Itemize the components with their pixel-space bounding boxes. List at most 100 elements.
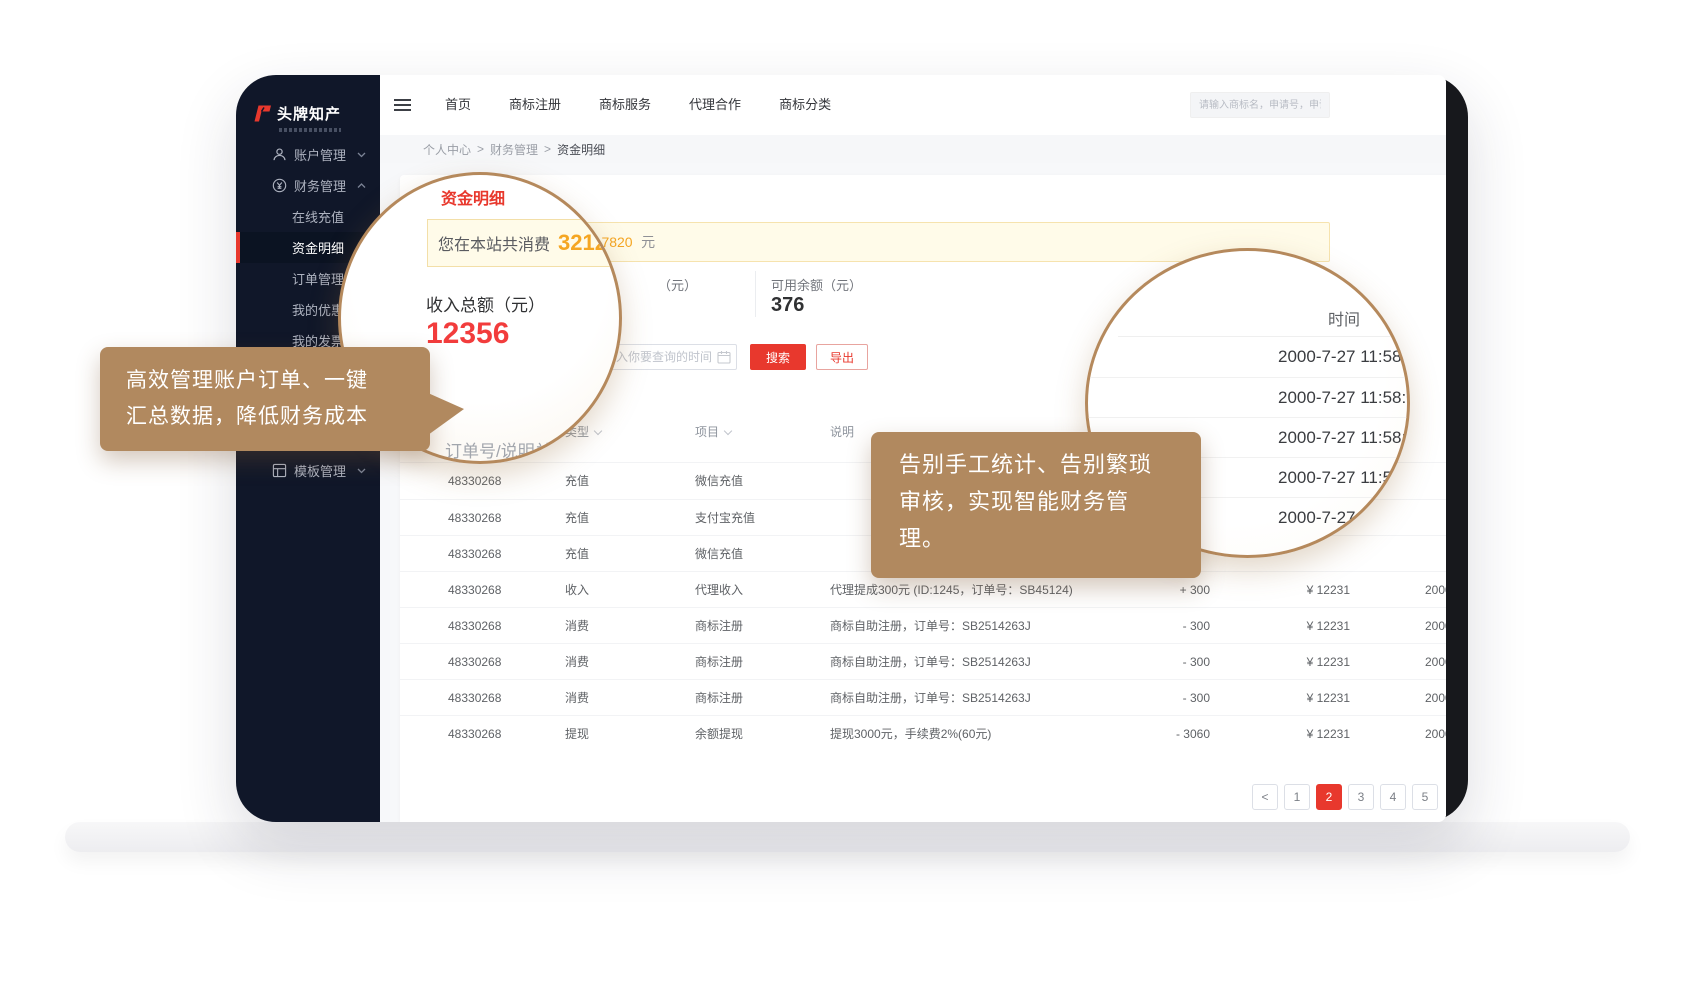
table-row[interactable]: 48330268 消费 商标注册 商标自助注册，订单号：SB2514263J -… xyxy=(400,643,1446,679)
cell-description: 商标自助注册，订单号：SB2514263J xyxy=(830,644,1031,680)
brand-tagline xyxy=(279,128,341,132)
magnified-keyword-placeholder: 订单号/说明关键 xyxy=(445,437,569,462)
sidebar-subitem-label: 订单管理 xyxy=(292,269,344,288)
sidebar-item-finance[interactable]: 财务管理 xyxy=(236,170,380,201)
cell-balance: ¥ 12231 xyxy=(1230,644,1350,680)
cell-description: 商标自助注册，订单号：SB2514263J xyxy=(830,680,1031,716)
cell-time: 2000-7-27 11:58:03 xyxy=(1425,644,1446,680)
cell-order-no: 48330268 xyxy=(448,536,501,572)
callout-line: 审核，实现智能财务管 xyxy=(899,483,1201,520)
cell-order-no: 48330268 xyxy=(448,644,501,680)
brand-logo-icon xyxy=(252,105,272,122)
breadcrumb-separator: > xyxy=(544,142,551,156)
column-header-project[interactable]: 项目 xyxy=(695,414,731,450)
cell-amount: - 300 xyxy=(1040,680,1210,716)
callout-line: 理。 xyxy=(899,520,1201,557)
cell-order-no: 48330268 xyxy=(448,463,501,499)
stage: 头牌知产 账户管理 xyxy=(0,0,1696,1002)
cell-type: 收入 xyxy=(565,572,589,608)
nav-item[interactable]: 商标注册 xyxy=(490,75,580,135)
breadcrumb-current: 资金明细 xyxy=(557,141,605,158)
callout-line: 高效管理账户订单、一键 xyxy=(126,363,430,399)
chevron-up-icon xyxy=(357,183,366,189)
magnified-banner-value: 32124 xyxy=(558,230,619,256)
sidebar-item-account[interactable]: 账户管理 xyxy=(236,139,380,170)
table-row[interactable]: 48330268 消费 商标注册 商标自助注册，订单号：SB2514263J -… xyxy=(400,607,1446,643)
trademark-search-input[interactable] xyxy=(1190,92,1330,118)
cell-order-no: 48330268 xyxy=(448,608,501,644)
user-icon xyxy=(272,147,287,162)
cell-order-no: 48330268 xyxy=(448,680,501,716)
breadcrumb-item[interactable]: 个人中心 xyxy=(423,141,471,158)
callout-arrow xyxy=(428,393,464,435)
cell-time: 2000-7-27 11:58:03 xyxy=(1425,608,1446,644)
table-row[interactable]: 48330268 消费 商标注册 商标自助注册，订单号：SB2514263J -… xyxy=(400,679,1446,715)
magnified-time-value: 2000-7-27 11:58:03 xyxy=(1088,377,1407,417)
banner-unit: 元 xyxy=(641,234,655,250)
cell-type: 消费 xyxy=(565,608,589,644)
sidebar-item-template[interactable]: 模板管理 xyxy=(236,455,380,486)
sort-caret-icon xyxy=(594,427,602,435)
brand-name: 头牌知产 xyxy=(277,103,341,124)
cell-time: 2000-7-27 11:58:03 xyxy=(1425,572,1446,608)
cell-type: 消费 xyxy=(565,680,589,716)
sidebar-item-label: 财务管理 xyxy=(294,176,346,195)
nav-menu: 首页 商标注册 商标服务 代理合作 商标分类 xyxy=(426,75,850,135)
magnified-time-value: 2000-7-27 11:58:03 xyxy=(1088,337,1407,377)
magnified-banner-label: 您在本站共消费 xyxy=(438,231,550,255)
export-button[interactable]: 导出 xyxy=(816,344,868,370)
pagination-page-button[interactable]: 4 xyxy=(1380,784,1406,810)
pagination-page-button[interactable]: 1 xyxy=(1284,784,1310,810)
cell-project: 商标注册 xyxy=(695,680,743,716)
hamburger-menu-icon[interactable] xyxy=(394,99,411,112)
callout-left-text: 高效管理账户订单、一键汇总数据，降低财务成本 xyxy=(126,363,430,435)
calendar-icon[interactable] xyxy=(717,350,731,364)
cell-balance: ¥ 12231 xyxy=(1230,716,1350,752)
cell-time: 2000-7-27 11:58:03 xyxy=(1425,680,1446,716)
pagination: < 1 2 3 4 xyxy=(1252,784,1438,810)
pagination-page-button[interactable]: 5 xyxy=(1412,784,1438,810)
cell-project: 微信充值 xyxy=(695,463,743,499)
available-balance-label: 可用余额（元） xyxy=(771,275,862,294)
pagination-page-button[interactable]: 2 xyxy=(1316,784,1342,810)
cell-project: 代理收入 xyxy=(695,572,743,608)
nav-item[interactable]: 首页 xyxy=(426,75,490,135)
column-header-desc: 说明 xyxy=(830,414,854,450)
sidebar-item-label: 模板管理 xyxy=(294,461,346,480)
cell-balance: ¥ 12231 xyxy=(1230,608,1350,644)
cell-amount: - 3060 xyxy=(1040,716,1210,752)
template-icon xyxy=(272,463,287,478)
cell-amount: - 300 xyxy=(1040,644,1210,680)
laptop-base xyxy=(65,822,1630,852)
pagination-pages: 1 2 3 4 5 xyxy=(1284,784,1438,810)
stat-divider xyxy=(755,271,756,317)
income-total-value: 12356 xyxy=(426,317,509,351)
pagination-page-button[interactable]: 3 xyxy=(1348,784,1374,810)
time-column-header: 时间 xyxy=(1328,306,1360,330)
cell-type: 提现 xyxy=(565,716,589,752)
nav-item[interactable]: 商标分类 xyxy=(760,75,850,135)
search-button[interactable]: 搜索 xyxy=(750,344,806,370)
available-balance-value: 376 xyxy=(771,294,804,317)
cell-project: 支付宝充值 xyxy=(695,500,755,536)
cell-description: 提现3000元，手续费2%(60元) xyxy=(830,716,991,752)
active-indicator xyxy=(236,201,240,232)
sidebar-subitem[interactable]: 在线充值 xyxy=(236,201,380,232)
breadcrumb-item[interactable]: 财务管理 xyxy=(490,141,538,158)
nav-item[interactable]: 代理合作 xyxy=(670,75,760,135)
cell-project: 商标注册 xyxy=(695,644,743,680)
cell-time: 2000-7-27 11:58:03 xyxy=(1425,716,1446,752)
active-indicator xyxy=(236,232,240,263)
magnified-banner: 您在本站共消费 32124 xyxy=(427,219,622,267)
cell-amount: - 300 xyxy=(1040,608,1210,644)
cell-balance: ¥ 12231 xyxy=(1230,680,1350,716)
active-indicator xyxy=(236,263,240,294)
table-row[interactable]: 48330268 提现 余额提现 提现3000元，手续费2%(60元) - 30… xyxy=(400,715,1446,751)
sort-caret-icon xyxy=(724,427,732,435)
pagination-prev-button[interactable]: < xyxy=(1252,784,1278,810)
callout-right: 告别手工统计、告别繁琐审核，实现智能财务管理。 xyxy=(871,432,1201,578)
callout-left: 高效管理账户订单、一键汇总数据，降低财务成本 xyxy=(100,347,430,451)
nav-item[interactable]: 商标服务 xyxy=(580,75,670,135)
active-indicator xyxy=(236,294,240,325)
callout-right-text: 告别手工统计、告别繁琐审核，实现智能财务管理。 xyxy=(899,446,1201,557)
